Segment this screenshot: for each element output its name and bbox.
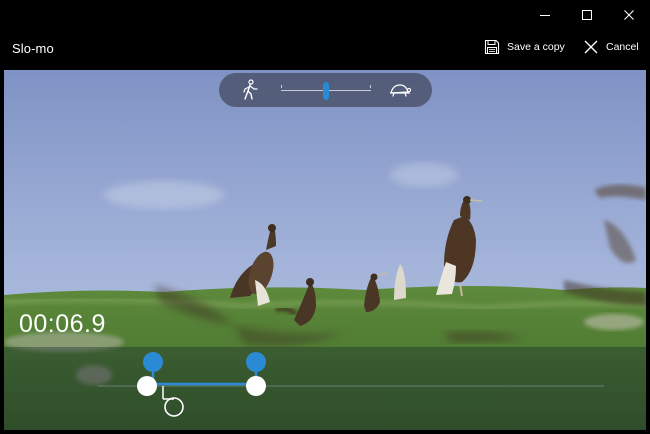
speed-control [219, 73, 432, 107]
cancel-label: Cancel [606, 41, 639, 53]
title-bar: Slo-mo Save a copy Cancel [0, 30, 650, 70]
cancel-button[interactable]: Cancel [583, 39, 639, 55]
playhead-handle[interactable] [163, 396, 185, 418]
slowmo-end-handle[interactable] [245, 351, 267, 373]
walking-person-icon[interactable] [239, 79, 261, 101]
app-title: Slo-mo [12, 41, 54, 56]
save-icon [484, 39, 500, 55]
speed-tick-left [281, 85, 282, 88]
trim-end-handle[interactable] [245, 375, 267, 397]
timeline[interactable] [4, 347, 646, 430]
save-copy-button[interactable]: Save a copy [484, 39, 565, 55]
maximize-button[interactable] [566, 0, 608, 30]
close-window-button[interactable] [608, 0, 650, 30]
save-copy-label: Save a copy [507, 41, 565, 53]
video-preview[interactable]: 00:06.9 [4, 70, 646, 430]
minimize-icon [540, 15, 550, 16]
timeline-track-graphic [98, 367, 604, 400]
slo-mo-window: Slo-mo Save a copy Cancel 00:06.9 [0, 0, 650, 434]
slowmo-start-handle[interactable] [142, 351, 164, 373]
maximize-icon [582, 10, 592, 20]
speed-slider-thumb[interactable] [323, 82, 329, 100]
close-icon [624, 10, 634, 20]
cancel-icon [584, 40, 598, 54]
turtle-icon[interactable] [388, 81, 412, 99]
current-time: 00:06.9 [19, 310, 106, 338]
minimize-button[interactable] [524, 0, 566, 30]
trim-start-handle[interactable] [136, 375, 158, 397]
caption-buttons [524, 0, 650, 30]
speed-tick-right [370, 85, 371, 88]
